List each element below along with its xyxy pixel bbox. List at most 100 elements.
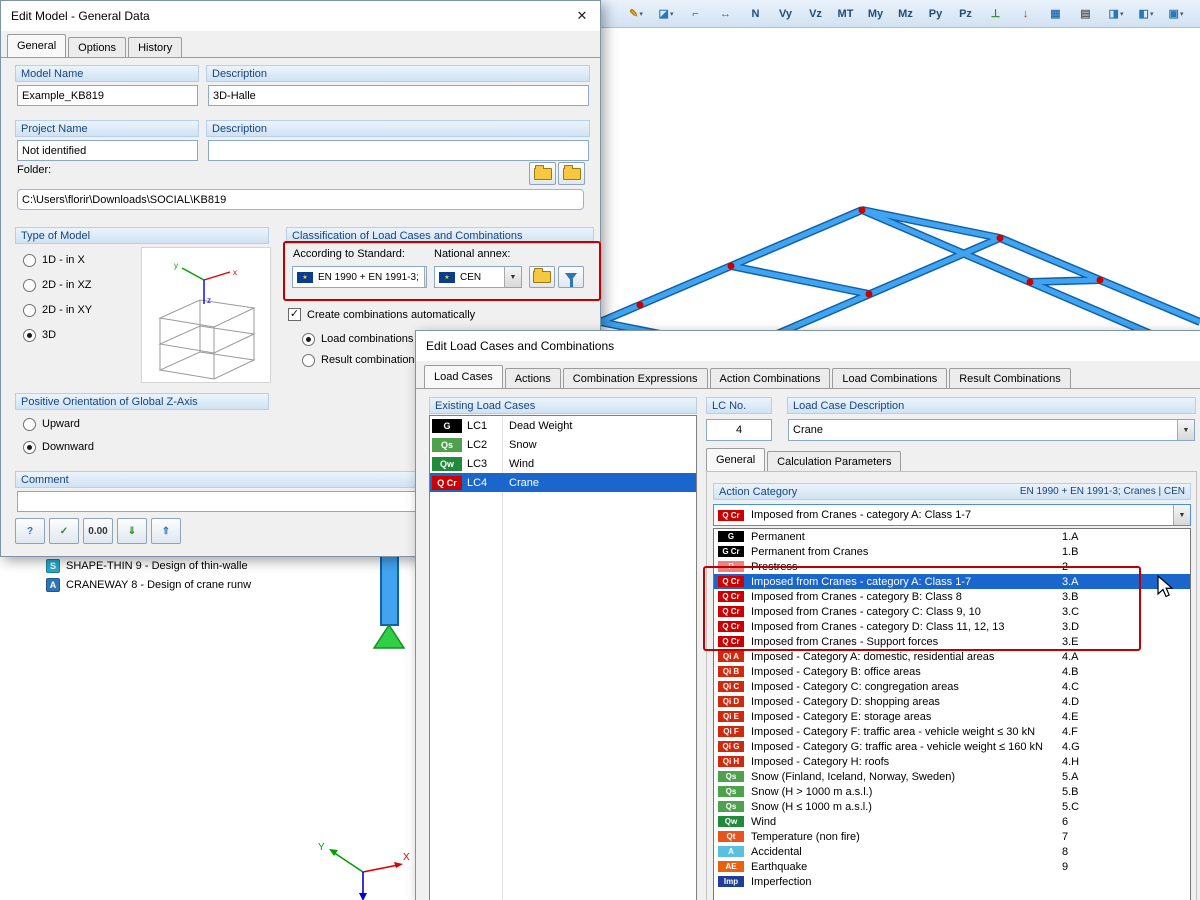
create-combinations-checkbox[interactable] xyxy=(288,308,301,321)
force-py-button[interactable]: Py xyxy=(922,2,950,26)
category-code: 5.A xyxy=(1062,770,1079,783)
dialog-tab[interactable]: Load Combinations xyxy=(832,368,948,389)
display-panel-dropdown[interactable]: ◨ ▾ xyxy=(1102,2,1130,26)
dialog-tab[interactable]: Options xyxy=(68,37,127,58)
load-case-description-combo[interactable]: Crane ▼ xyxy=(788,419,1195,441)
close-icon[interactable]: ✕ xyxy=(567,4,597,28)
category-option[interactable]: Q Cr Imposed from Cranes - category B: C… xyxy=(714,589,1190,604)
sub-tab[interactable]: Calculation Parameters xyxy=(767,451,902,472)
toolbar-icon: ↓ xyxy=(1022,7,1029,20)
classification-header: Classification of Load Cases and Combina… xyxy=(286,227,594,244)
edit-tool-dropdown[interactable]: ✎ ▾ xyxy=(622,2,650,26)
type-option[interactable]: 2D - in XZ xyxy=(23,277,92,293)
monitor-dropdown[interactable]: ▣ ▾ xyxy=(1162,2,1190,26)
import-settings-button[interactable]: ⇓ xyxy=(117,518,147,544)
dialog-tab[interactable]: Actions xyxy=(504,368,561,389)
model-name-field[interactable] xyxy=(17,85,198,106)
force-mz-button[interactable]: Mz xyxy=(892,2,920,26)
force-pz-button[interactable]: Pz xyxy=(952,2,980,26)
category-option[interactable]: Qs Snow (H > 1000 m a.s.l.) 5.B xyxy=(714,784,1190,799)
category-option[interactable]: Qi D Imposed - Category D: shopping area… xyxy=(714,694,1190,709)
category-option[interactable]: G Cr Permanent from Cranes 1.B xyxy=(714,544,1190,559)
dialog-tab[interactable]: History xyxy=(128,37,183,58)
printout-report-button[interactable]: ▤ xyxy=(1072,2,1100,26)
category-option[interactable]: G Permanent 1.A xyxy=(714,529,1190,544)
combination-option[interactable]: Load combinations xyxy=(302,331,420,347)
render-mode-dropdown[interactable]: ◪ ▾ xyxy=(652,2,680,26)
toolbar-icon: ▦ xyxy=(1050,8,1061,20)
category-option[interactable]: Qi G Imposed - Category G: traffic area … xyxy=(714,739,1190,754)
category-option[interactable]: Qi F Imposed - Category F: traffic area … xyxy=(714,724,1190,739)
category-option[interactable]: Q Cr Imposed from Cranes - Support force… xyxy=(714,634,1190,649)
help-button[interactable]: ? xyxy=(15,518,45,544)
general-panel: Action Category EN 1990 + EN 1991-3; Cra… xyxy=(706,471,1197,900)
category-option[interactable]: Q Cr Imposed from Cranes - category D: C… xyxy=(714,619,1190,634)
dialog-tab[interactable]: Combination Expressions xyxy=(562,368,708,389)
lc-no-field[interactable] xyxy=(706,419,772,441)
filter-button[interactable] xyxy=(558,266,584,288)
category-option[interactable]: Qt Temperature (non fire) 7 xyxy=(714,829,1190,844)
decimal-places-button[interactable]: 0.00 xyxy=(83,518,113,544)
force-my-button[interactable]: My xyxy=(862,2,890,26)
category-option[interactable]: Qw Wind 6 xyxy=(714,814,1190,829)
category-option[interactable]: Qs Snow (Finland, Iceland, Norway, Swede… xyxy=(714,769,1190,784)
check-settings-button[interactable]: ✓ xyxy=(49,518,79,544)
folder-path-field[interactable] xyxy=(17,189,584,210)
module-shape-thin[interactable]: S SHAPE-THIN 9 - Design of thin-walle xyxy=(46,556,410,575)
category-option[interactable]: Q Cr Imposed from Cranes - category A: C… xyxy=(714,574,1190,589)
category-option[interactable]: Qi H Imposed - Category H: roofs 4.H xyxy=(714,754,1190,769)
dialog-tab[interactable]: General xyxy=(7,34,67,58)
category-option[interactable]: Qi A Imposed - Category A: domestic, res… xyxy=(714,649,1190,664)
type-option[interactable]: 1D - in X xyxy=(23,252,92,268)
module-craneway[interactable]: A CRANEWAY 8 - Design of crane runw xyxy=(46,575,410,594)
type-option[interactable]: 3D xyxy=(23,327,92,343)
force-mt-button[interactable]: MT xyxy=(832,2,860,26)
load-case-row[interactable]: Q Cr LC4 Crane xyxy=(430,473,696,492)
tables-button[interactable]: ▦ xyxy=(1042,2,1070,26)
category-option[interactable]: Qi E Imposed - Category E: storage areas… xyxy=(714,709,1190,724)
lc-no-header: LC No. xyxy=(706,397,772,414)
load-case-row[interactable]: G LC1 Dead Weight xyxy=(430,416,696,435)
annex-settings-button[interactable] xyxy=(529,266,555,288)
model-description-field[interactable] xyxy=(208,85,589,106)
project-description-field[interactable] xyxy=(208,140,589,161)
project-manager-button[interactable] xyxy=(529,162,556,185)
category-option[interactable]: A Accidental 8 xyxy=(714,844,1190,859)
category-option[interactable]: Q Cr Imposed from Cranes - category C: C… xyxy=(714,604,1190,619)
dialog-tab[interactable]: Result Combinations xyxy=(949,368,1071,389)
category-code: 3.D xyxy=(1062,620,1080,633)
export-settings-button[interactable]: ⇑ xyxy=(151,518,181,544)
category-option[interactable]: AE Earthquake 9 xyxy=(714,859,1190,874)
dimension-button[interactable]: ↔ xyxy=(712,2,740,26)
combination-option[interactable]: Result combinations xyxy=(302,352,420,368)
category-option[interactable]: P Prestress 2 xyxy=(714,559,1190,574)
project-name-field[interactable] xyxy=(17,140,198,161)
z-axis-option[interactable]: Downward xyxy=(23,439,94,455)
loads-button[interactable]: ↓ xyxy=(1012,2,1040,26)
force-vy-button[interactable]: Vy xyxy=(772,2,800,26)
load-case-row[interactable]: Qw LC3 Wind xyxy=(430,454,696,473)
force-n-button[interactable]: N xyxy=(742,2,770,26)
save-folder-button[interactable] xyxy=(558,162,585,185)
annex-combo[interactable]: ★ CEN ▼ xyxy=(434,266,522,288)
dialog-tab[interactable]: Action Combinations xyxy=(709,368,831,389)
action-category-combo[interactable]: Q Cr Imposed from Cranes - category A: C… xyxy=(713,504,1191,526)
standard-combo[interactable]: ★ EN 1990 + EN 1991-3; ▼ xyxy=(292,266,427,288)
category-badge: Qi G xyxy=(718,741,744,752)
category-option[interactable]: Qi B Imposed - Category B: office areas … xyxy=(714,664,1190,679)
force-vz-button[interactable]: Vz xyxy=(802,2,830,26)
type-option[interactable]: 2D - in XY xyxy=(23,302,92,318)
category-option[interactable]: Qi C Imposed - Category C: congregation … xyxy=(714,679,1190,694)
toolbar-icon: N xyxy=(751,7,760,20)
supports-button[interactable]: ⊥ xyxy=(982,2,1010,26)
existing-load-cases-header: Existing Load Cases xyxy=(429,397,697,414)
load-case-row[interactable]: Qs LC2 Snow xyxy=(430,435,696,454)
dialog-tab[interactable]: Load Cases xyxy=(424,365,503,389)
z-axis-option[interactable]: Upward xyxy=(23,416,94,432)
create-combinations-row[interactable]: Create combinations automatically xyxy=(288,308,475,321)
guide-object-button[interactable]: ⌐ xyxy=(682,2,710,26)
display-panel2-dropdown[interactable]: ◧ ▾ xyxy=(1132,2,1160,26)
sub-tab[interactable]: General xyxy=(706,448,766,472)
category-option[interactable]: Imp Imperfection xyxy=(714,874,1190,889)
category-option[interactable]: Qs Snow (H ≤ 1000 m a.s.l.) 5.C xyxy=(714,799,1190,814)
